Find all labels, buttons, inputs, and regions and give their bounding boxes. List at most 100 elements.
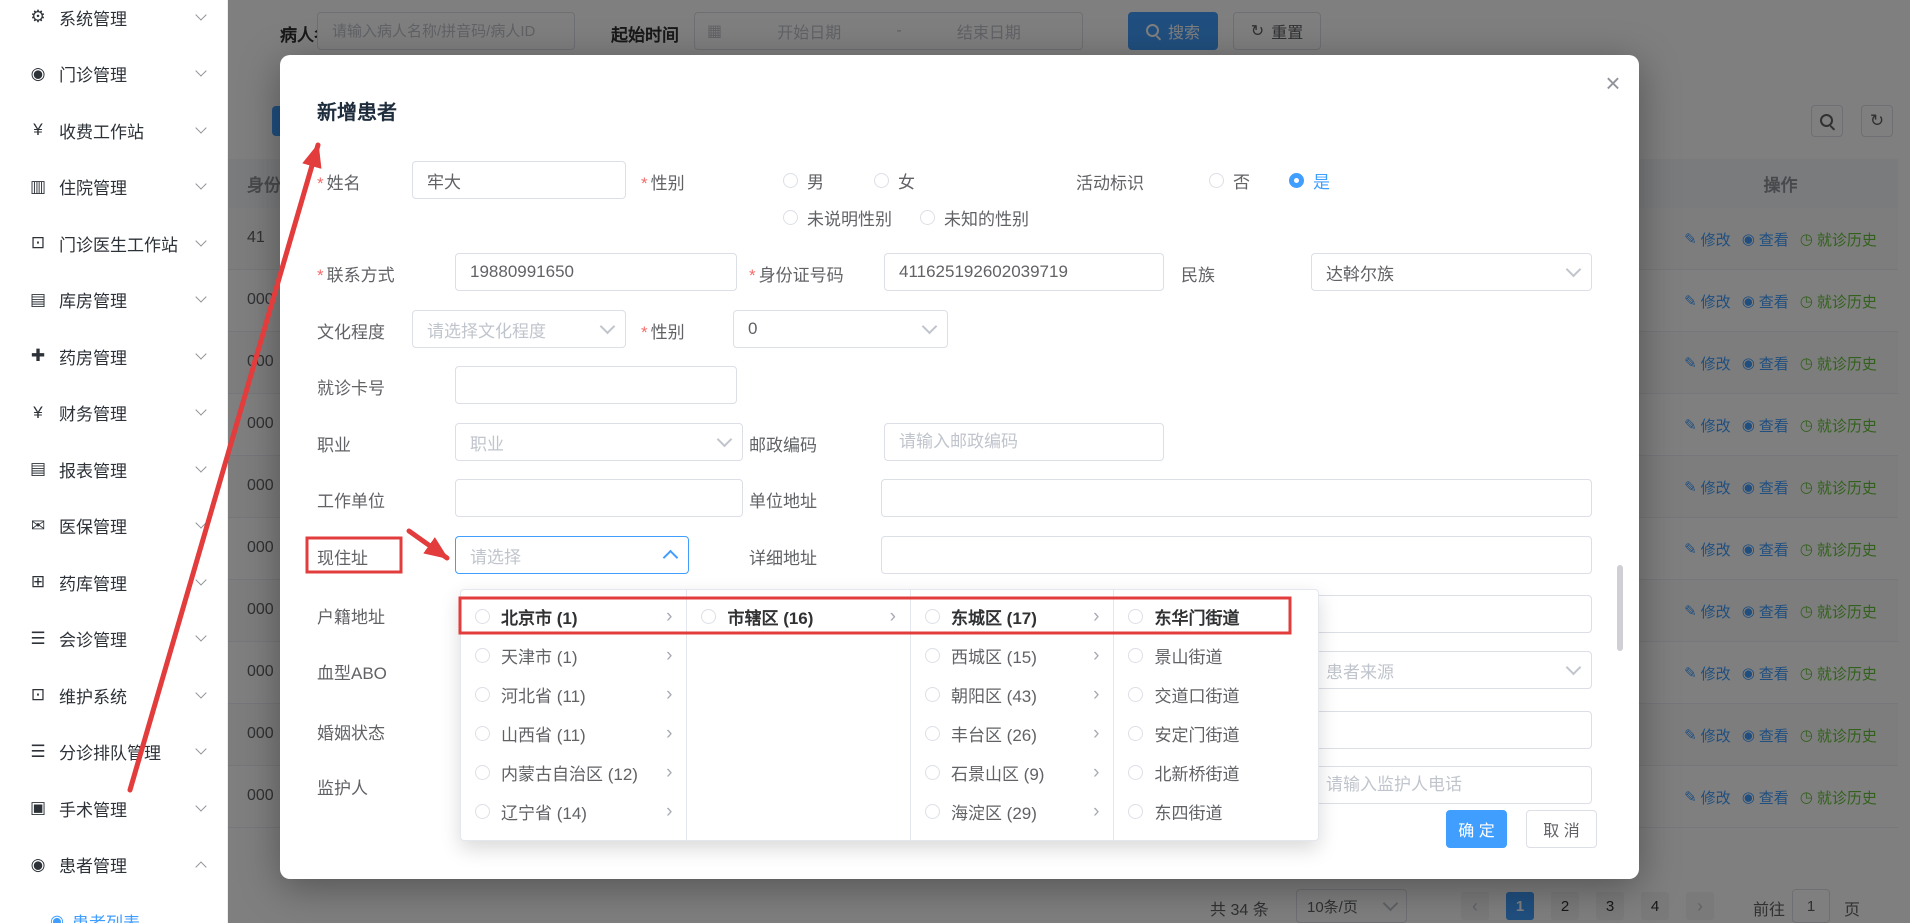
work-unit-label: 工作单位 bbox=[317, 487, 385, 512]
gear-icon: ⚙ bbox=[26, 7, 50, 27]
chevron-icon bbox=[195, 461, 206, 472]
cascader-option[interactable]: 北新桥街道 › bbox=[1114, 753, 1318, 792]
gender2-label: *性别 bbox=[641, 318, 685, 343]
sidebar-item[interactable]: ◉ 门诊管理 bbox=[0, 46, 227, 103]
sidebar-item[interactable]: ✉ 医保管理 bbox=[0, 498, 227, 555]
cascader-street-column: 东华门街道 › 景山街道 › 交道口街道 › 安定门街道 bbox=[1114, 590, 1318, 840]
radio-male[interactable]: 男 bbox=[783, 169, 824, 191]
cascader-option[interactable]: 石景山区 (9) › bbox=[911, 753, 1114, 792]
cascader-option[interactable]: 东华门街道 › bbox=[1114, 597, 1318, 636]
cascader-option[interactable]: 山西省 (11) › bbox=[461, 714, 686, 753]
chevron-icon bbox=[195, 744, 206, 755]
work-address-label: 单位地址 bbox=[749, 487, 817, 512]
chevron-icon bbox=[195, 9, 206, 20]
guardian-phone-input[interactable] bbox=[1311, 766, 1592, 804]
close-icon[interactable]: × bbox=[1598, 68, 1628, 98]
sidebar-item-patient-list[interactable]: ◉ 患者列表 bbox=[0, 893, 227, 923]
marital-status-label: 婚姻状态 bbox=[317, 719, 385, 744]
chevron-icon bbox=[195, 66, 206, 77]
cascader-option[interactable]: 市辖区 (16) › bbox=[687, 597, 909, 636]
cascader-option[interactable]: 景山街道 › bbox=[1114, 636, 1318, 675]
cascader-option[interactable]: 河北省 (11) › bbox=[461, 675, 686, 714]
cascader-option[interactable]: 内蒙古自治区 (12) › bbox=[461, 753, 686, 792]
chevron-icon bbox=[195, 574, 206, 585]
gender2-select[interactable]: 0 bbox=[733, 310, 948, 348]
occupation-select[interactable]: 职业 bbox=[455, 423, 743, 461]
postcode-input[interactable] bbox=[884, 423, 1164, 461]
chevron-icon bbox=[195, 800, 206, 811]
ethnicity-select[interactable]: 达斡尔族 bbox=[1311, 253, 1592, 291]
radio-icon bbox=[701, 609, 716, 624]
cascader-city-column: 市辖区 (16) › bbox=[687, 590, 910, 840]
current-address-select[interactable]: 请选择 bbox=[455, 536, 689, 574]
cascader-option[interactable]: 海淀区 (29) › bbox=[911, 792, 1114, 831]
sidebar-item[interactable]: ☰ 会诊管理 bbox=[0, 611, 227, 668]
sidebar-item[interactable]: ☰ 分诊排队管理 bbox=[0, 724, 227, 781]
chevron-icon bbox=[195, 348, 206, 359]
doctor-station-icon: ⊡ bbox=[26, 233, 50, 253]
radio-gender-unknown[interactable]: 未知的性别 bbox=[920, 206, 1029, 228]
maintain-icon: ⊡ bbox=[26, 685, 50, 705]
confirm-button[interactable]: 确 定 bbox=[1446, 810, 1507, 848]
sidebar-item[interactable]: ⊞ 药库管理 bbox=[0, 554, 227, 611]
radio-icon bbox=[925, 804, 940, 819]
card-number-input[interactable] bbox=[455, 366, 737, 404]
sidebar-item[interactable]: ▥ 住院管理 bbox=[0, 159, 227, 216]
sidebar-item[interactable]: ◉ 患者管理 bbox=[0, 837, 227, 894]
cascader-option[interactable]: 天津市 (1) › bbox=[461, 636, 686, 675]
marital-right-input[interactable] bbox=[1311, 711, 1592, 749]
contact-input[interactable] bbox=[455, 253, 737, 291]
gender-label: *性别 bbox=[641, 169, 685, 194]
sidebar-item[interactable]: ⊡ 门诊医生工作站 bbox=[0, 215, 227, 272]
patient-source-select[interactable]: 患者来源 bbox=[1311, 651, 1592, 689]
cascader-option[interactable]: 东城区 (17) › bbox=[911, 597, 1114, 636]
sidebar-item[interactable]: ▣ 手术管理 bbox=[0, 780, 227, 837]
cancel-button[interactable]: 取 消 bbox=[1526, 810, 1597, 848]
cascader-option[interactable]: 北京市 (1) › bbox=[461, 597, 686, 636]
arrow-right-icon: › bbox=[666, 646, 672, 665]
sidebar-item[interactable]: ▤ 库房管理 bbox=[0, 272, 227, 329]
chevron-icon bbox=[195, 518, 206, 529]
sidebar-item[interactable]: ⚙ 系统管理 bbox=[0, 0, 227, 46]
chevron-icon bbox=[195, 687, 206, 698]
work-unit-input[interactable] bbox=[455, 479, 743, 517]
cascader-option[interactable]: 丰台区 (26) › bbox=[911, 714, 1114, 753]
cascader-option[interactable]: 安定门街道 › bbox=[1114, 714, 1318, 753]
cascader-option[interactable]: 西城区 (15) › bbox=[911, 636, 1114, 675]
chevron-icon bbox=[195, 862, 206, 873]
radio-icon bbox=[475, 765, 490, 780]
cascader-option[interactable]: 辽宁省 (14) › bbox=[461, 792, 686, 831]
radio-gender-unstated[interactable]: 未说明性别 bbox=[783, 206, 892, 228]
sidebar-item[interactable]: ✚ 药房管理 bbox=[0, 328, 227, 385]
outpatient-icon: ◉ bbox=[26, 64, 50, 84]
arrow-right-icon: › bbox=[890, 607, 896, 626]
detail-address-input[interactable] bbox=[881, 536, 1592, 574]
cascader-option[interactable]: 朝阳区 (43) › bbox=[911, 675, 1114, 714]
radio-female[interactable]: 女 bbox=[874, 169, 915, 191]
fee-icon: ¥ bbox=[26, 120, 50, 140]
name-input[interactable] bbox=[412, 161, 626, 199]
add-patient-dialog: 新增患者 × *姓名 *性别 男 女 未说明性别 未知的性别 活动标识 否 是 … bbox=[280, 55, 1639, 879]
radio-icon bbox=[1128, 765, 1143, 780]
chevron-down-icon bbox=[922, 319, 938, 335]
cascader-district-column: 东城区 (17) › 西城区 (15) › 朝阳区 (43) › bbox=[911, 590, 1115, 840]
report-icon: ▤ bbox=[26, 459, 50, 479]
sidebar-item[interactable]: ⊡ 维护系统 bbox=[0, 667, 227, 724]
radio-active-no[interactable]: 否 bbox=[1209, 169, 1250, 191]
chevron-icon bbox=[195, 235, 206, 246]
chevron-icon bbox=[195, 631, 206, 642]
radio-active-yes[interactable]: 是 bbox=[1289, 169, 1330, 191]
scrollbar-thumb[interactable] bbox=[1617, 565, 1623, 651]
radio-icon bbox=[1128, 609, 1143, 624]
cascader-option[interactable]: 东四街道 › bbox=[1114, 792, 1318, 831]
chevron-up-icon bbox=[663, 550, 679, 566]
radio-icon bbox=[925, 726, 940, 741]
education-select[interactable]: 请选择文化程度 bbox=[412, 310, 626, 348]
cascader-option[interactable]: 交道口街道 › bbox=[1114, 675, 1318, 714]
storehouse-icon: ▤ bbox=[26, 290, 50, 310]
sidebar-item[interactable]: ¥ 财务管理 bbox=[0, 385, 227, 442]
work-address-input[interactable] bbox=[881, 479, 1592, 517]
sidebar-item[interactable]: ¥ 收费工作站 bbox=[0, 102, 227, 159]
sidebar-item[interactable]: ▤ 报表管理 bbox=[0, 441, 227, 498]
idcard-input[interactable] bbox=[884, 253, 1164, 291]
